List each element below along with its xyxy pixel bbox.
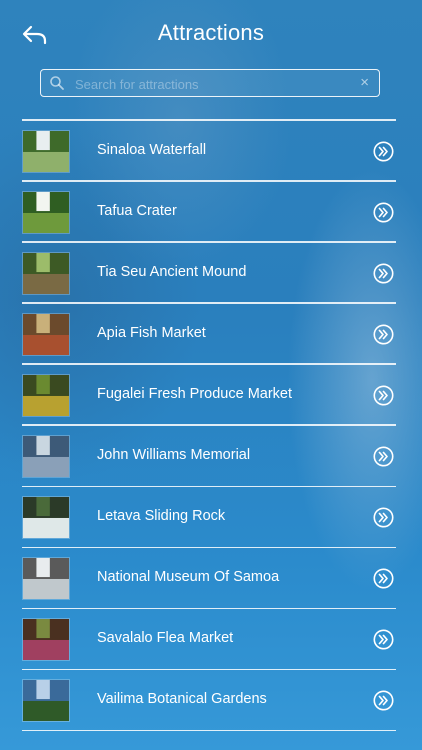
attraction-name: Apia Fish Market <box>97 324 206 341</box>
list-item[interactable]: Savalalo Flea Market <box>22 609 396 669</box>
double-chevron-right-icon[interactable] <box>373 568 394 589</box>
list-item[interactable]: Tia Seu Ancient Mound <box>22 243 396 303</box>
double-chevron-right-icon[interactable] <box>373 446 394 467</box>
attraction-name: Sinaloa Waterfall <box>97 141 207 158</box>
double-chevron-right-icon[interactable] <box>373 690 394 711</box>
attraction-name: Savalalo Flea Market <box>97 630 234 647</box>
double-chevron-right-icon[interactable] <box>373 263 394 284</box>
list-item[interactable]: Vailima Botanical Gardens <box>22 670 396 730</box>
list-divider <box>22 729 396 732</box>
attraction-thumbnail <box>22 251 70 295</box>
attraction-thumbnail <box>22 496 70 540</box>
attraction-name: Tia Seu Ancient Mound <box>97 263 247 280</box>
attraction-thumbnail <box>22 373 70 417</box>
list-item[interactable]: Sinaloa Waterfall <box>22 121 396 181</box>
attraction-name: Vailima Botanical Gardens <box>97 691 267 708</box>
list-item[interactable]: Fugalei Fresh Produce Market <box>22 365 396 425</box>
attraction-name: John Williams Memorial <box>97 446 251 463</box>
attraction-thumbnail <box>22 557 70 601</box>
attraction-thumbnail <box>22 618 70 662</box>
search-icon <box>50 76 64 90</box>
attraction-thumbnail <box>22 434 70 478</box>
double-chevron-right-icon[interactable] <box>373 385 394 406</box>
attraction-thumbnail <box>22 679 70 723</box>
attraction-name: Fugalei Fresh Produce Market <box>97 385 293 402</box>
attraction-name: Letava Sliding Rock <box>97 508 226 525</box>
page-title: Attractions <box>157 20 265 45</box>
list-item[interactable]: John Williams Memorial <box>22 426 396 486</box>
list-item[interactable]: Apia Fish Market <box>22 304 396 364</box>
attraction-thumbnail <box>22 129 70 173</box>
double-chevron-right-icon[interactable] <box>373 507 394 528</box>
list-item[interactable]: Letava Sliding Rock <box>22 487 396 547</box>
attraction-thumbnail <box>22 190 70 234</box>
clear-icon[interactable]: × <box>360 74 369 92</box>
double-chevron-right-icon[interactable] <box>373 629 394 650</box>
double-chevron-right-icon[interactable] <box>373 202 394 223</box>
attractions-list: Sinaloa Waterfall Tafua Crater Tia Seu A… <box>22 119 396 732</box>
list-item[interactable]: Tafua Crater <box>22 182 396 242</box>
search-bar[interactable]: × <box>40 69 380 97</box>
search-input[interactable] <box>73 72 347 96</box>
attraction-name: Tafua Crater <box>97 202 177 219</box>
header-bar: Attractions <box>0 0 422 66</box>
attraction-name: National Museum Of Samoa <box>97 569 280 586</box>
list-item[interactable]: National Museum Of Samoa <box>22 548 396 608</box>
double-chevron-right-icon[interactable] <box>373 141 394 162</box>
double-chevron-right-icon[interactable] <box>373 324 394 345</box>
attraction-thumbnail <box>22 312 70 356</box>
